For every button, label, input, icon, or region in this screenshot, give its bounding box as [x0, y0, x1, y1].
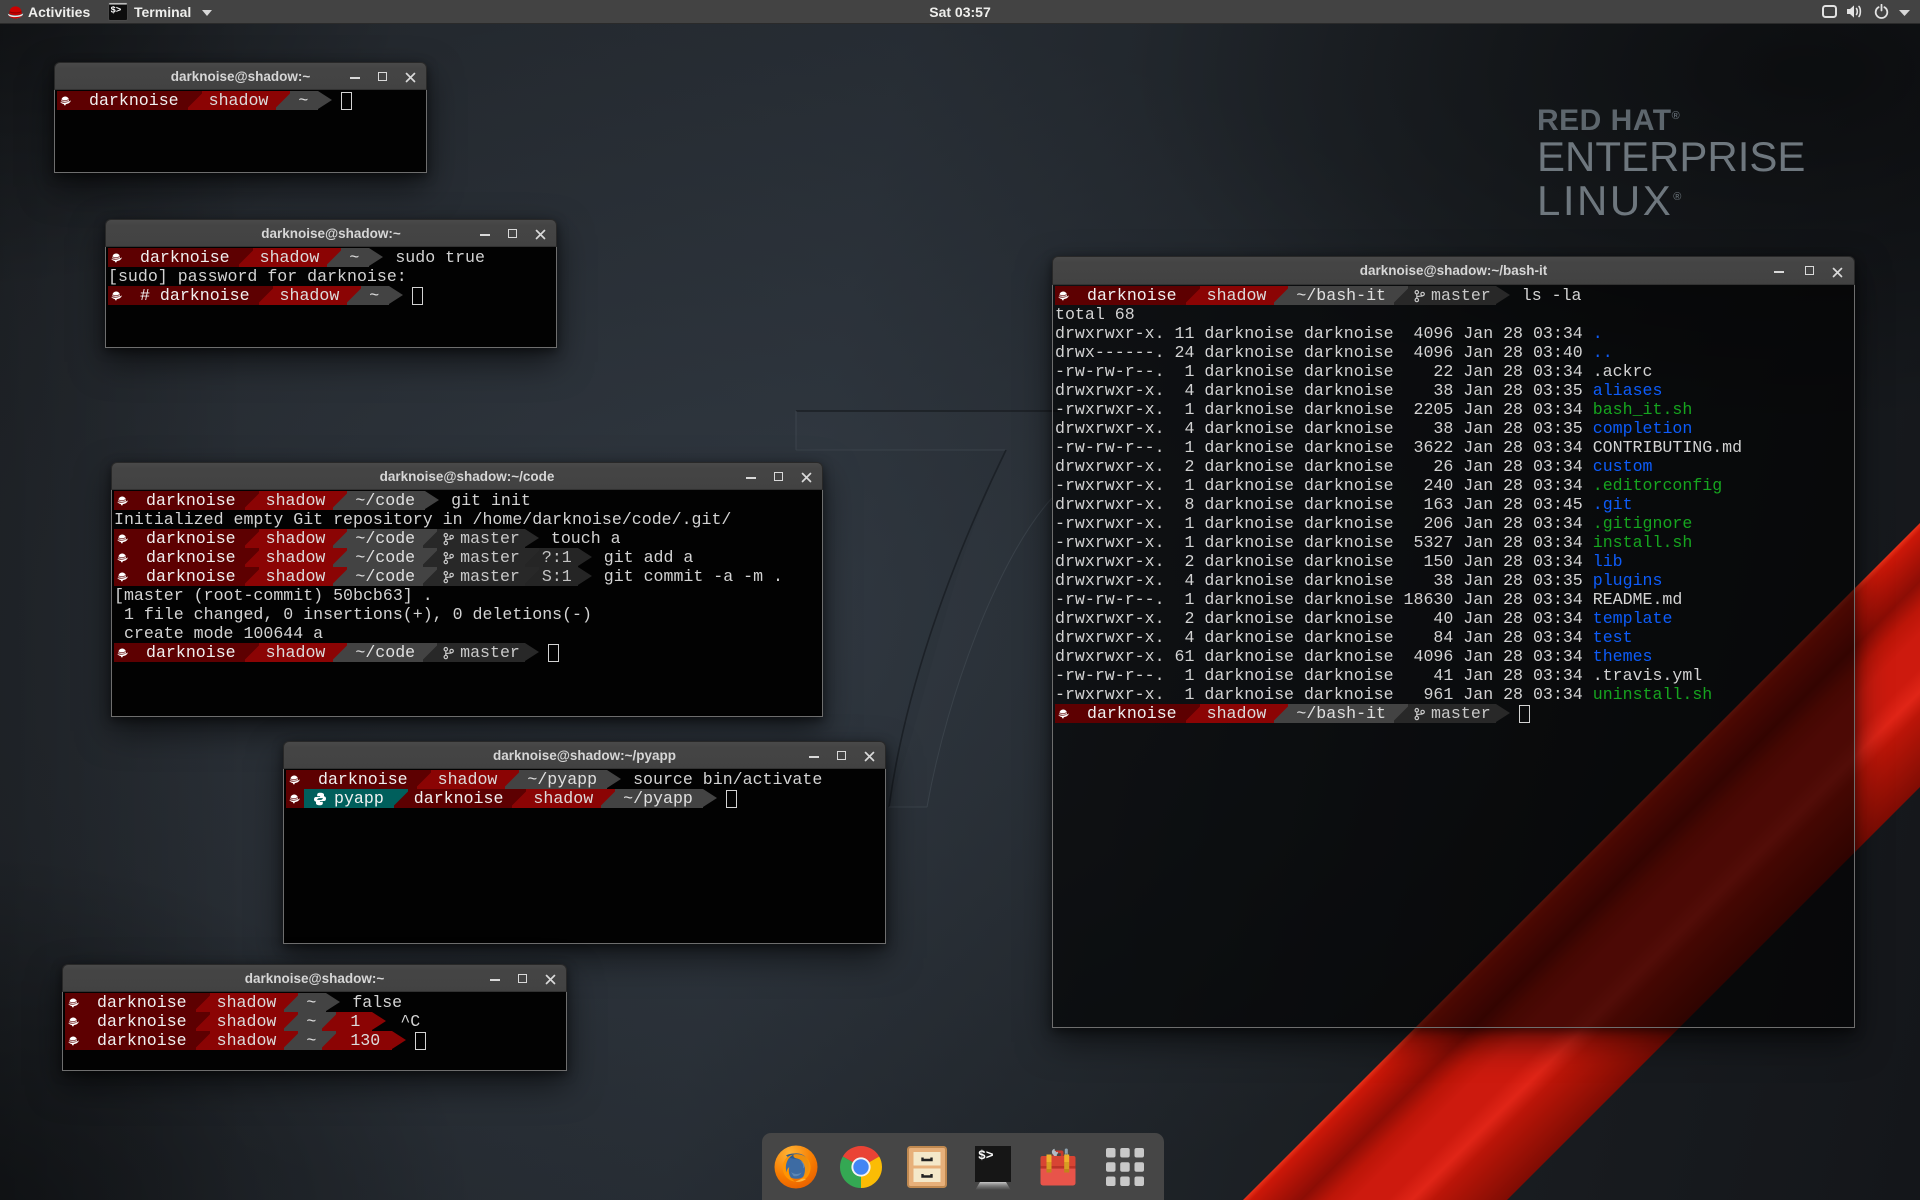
svg-text:$>: $> [978, 1148, 994, 1163]
